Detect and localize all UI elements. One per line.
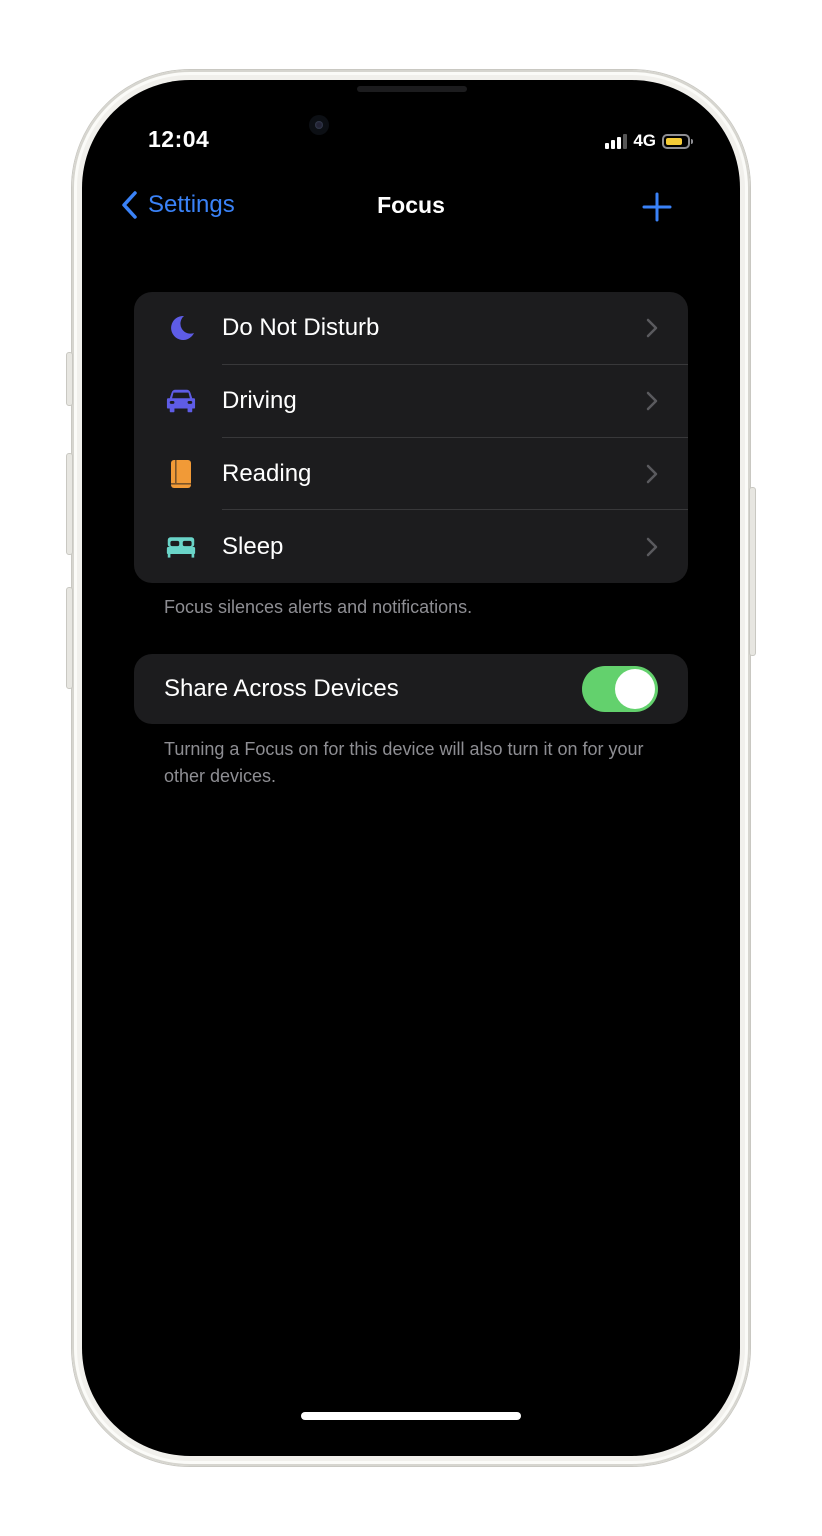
battery-icon — [662, 133, 693, 149]
speaker-grille — [357, 86, 467, 92]
chevron-right-icon — [646, 391, 658, 411]
book-icon — [166, 459, 196, 489]
focus-item-driving[interactable]: Driving — [134, 365, 688, 438]
focus-item-label: Sleep — [222, 532, 284, 560]
share-across-devices-toggle[interactable] — [582, 666, 658, 712]
bed-icon — [166, 532, 196, 562]
focus-item-label: Do Not Disturb — [222, 314, 380, 342]
share-footer-text: Turning a Focus on for this device will … — [164, 739, 644, 786]
chevron-right-icon — [646, 537, 658, 556]
focus-item-label: Reading — [222, 459, 312, 487]
volume-down-button — [66, 587, 73, 689]
network-label: 4G — [633, 131, 656, 150]
status-time: 12:04 — [148, 126, 210, 152]
share-across-devices-row: Share Across Devices — [134, 654, 688, 724]
share-across-devices-label: Share Across Devices — [164, 675, 399, 702]
toggle-knob — [615, 669, 655, 709]
front-camera — [309, 115, 329, 135]
focus-item-label: Driving — [222, 387, 297, 415]
power-button — [749, 487, 756, 656]
mute-switch — [66, 352, 73, 406]
volume-up-button — [66, 453, 73, 555]
chevron-right-icon — [646, 464, 658, 484]
signal-icon — [605, 133, 628, 149]
status-indicators: 4G — [605, 131, 693, 151]
focus-footer-text: Focus silences alerts and notifications. — [164, 597, 473, 617]
focus-list: Do Not Disturb Driving Reading Sleep — [134, 292, 688, 583]
chevron-right-icon — [646, 319, 658, 338]
car-icon — [166, 386, 196, 416]
moon-icon — [166, 313, 196, 343]
home-indicator[interactable] — [301, 1412, 521, 1420]
plus-icon[interactable] — [642, 192, 672, 222]
screen: 12:04 4G Settings Focus Do Not Disturb D… — [82, 80, 740, 1456]
focus-item-sleep[interactable]: Sleep — [134, 510, 688, 583]
focus-item-do-not-disturb[interactable]: Do Not Disturb — [134, 292, 688, 365]
focus-item-reading[interactable]: Reading — [134, 438, 688, 511]
